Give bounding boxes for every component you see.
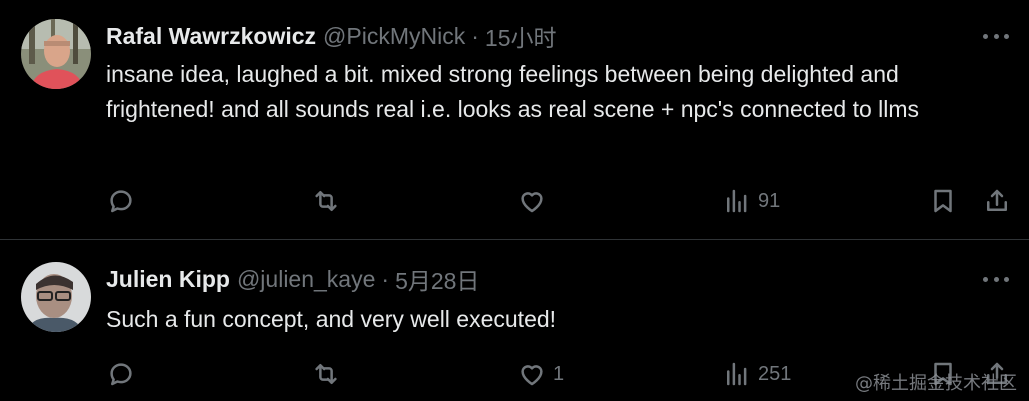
- bookmark-button[interactable]: [928, 181, 958, 221]
- reply-icon: [110, 190, 132, 213]
- retweet-icon: [315, 191, 337, 211]
- author-name[interactable]: Rafal Wawrzkowicz: [106, 23, 316, 50]
- separator-dot: ·: [471, 22, 479, 49]
- share-icon: [987, 189, 1007, 211]
- view-count: 91: [758, 189, 781, 212]
- like-count: 1: [553, 362, 565, 385]
- views-bar-chart-icon: [727, 189, 747, 213]
- reply-icon: [110, 363, 132, 386]
- avatar[interactable]: [21, 19, 91, 89]
- heart-icon: [521, 365, 543, 386]
- avatar[interactable]: [21, 262, 91, 332]
- heart-icon: [521, 192, 543, 213]
- more-options-icon[interactable]: [983, 21, 1009, 51]
- view-count: 251: [758, 362, 792, 385]
- tweet[interactable]: Rafal Wawrzkowicz @PickMyNick · 15小时 ins…: [0, 0, 1029, 240]
- timestamp[interactable]: 5月28日: [395, 262, 479, 296]
- tweet-header: Rafal Wawrzkowicz @PickMyNick · 15小时: [106, 19, 557, 53]
- views-button[interactable]: 251: [722, 354, 791, 394]
- like-button[interactable]: [517, 181, 553, 221]
- avatar-photo-icon: [21, 262, 91, 332]
- bookmark-icon: [934, 189, 952, 213]
- views-bar-chart-icon: [727, 362, 747, 386]
- action-bar: 91: [0, 181, 1029, 221]
- more-options-icon[interactable]: [983, 264, 1009, 294]
- author-name[interactable]: Julien Kipp: [106, 266, 230, 293]
- tweet-header: Julien Kipp @julien_kaye · 5月28日: [106, 262, 479, 296]
- avatar-photo-icon: [21, 19, 91, 89]
- watermark: @稀土掘金技术社区: [855, 373, 1017, 394]
- retweet-button[interactable]: [311, 181, 347, 221]
- retweet-button[interactable]: [311, 354, 347, 394]
- separator-dot: ·: [381, 265, 390, 292]
- author-handle[interactable]: @julien_kaye: [237, 266, 375, 293]
- author-handle[interactable]: @PickMyNick: [323, 23, 465, 50]
- like-button[interactable]: 1: [517, 354, 564, 394]
- share-button[interactable]: [982, 181, 1012, 221]
- reply-button[interactable]: [106, 181, 142, 221]
- tweet-text: Such a fun concept, and very well execut…: [106, 306, 557, 332]
- timestamp[interactable]: 15小时: [485, 19, 557, 53]
- tweet-text: insane idea, laughed a bit. mixed strong…: [106, 61, 920, 122]
- retweet-icon: [315, 364, 337, 384]
- views-button[interactable]: 91: [722, 181, 780, 221]
- reply-button[interactable]: [106, 354, 142, 394]
